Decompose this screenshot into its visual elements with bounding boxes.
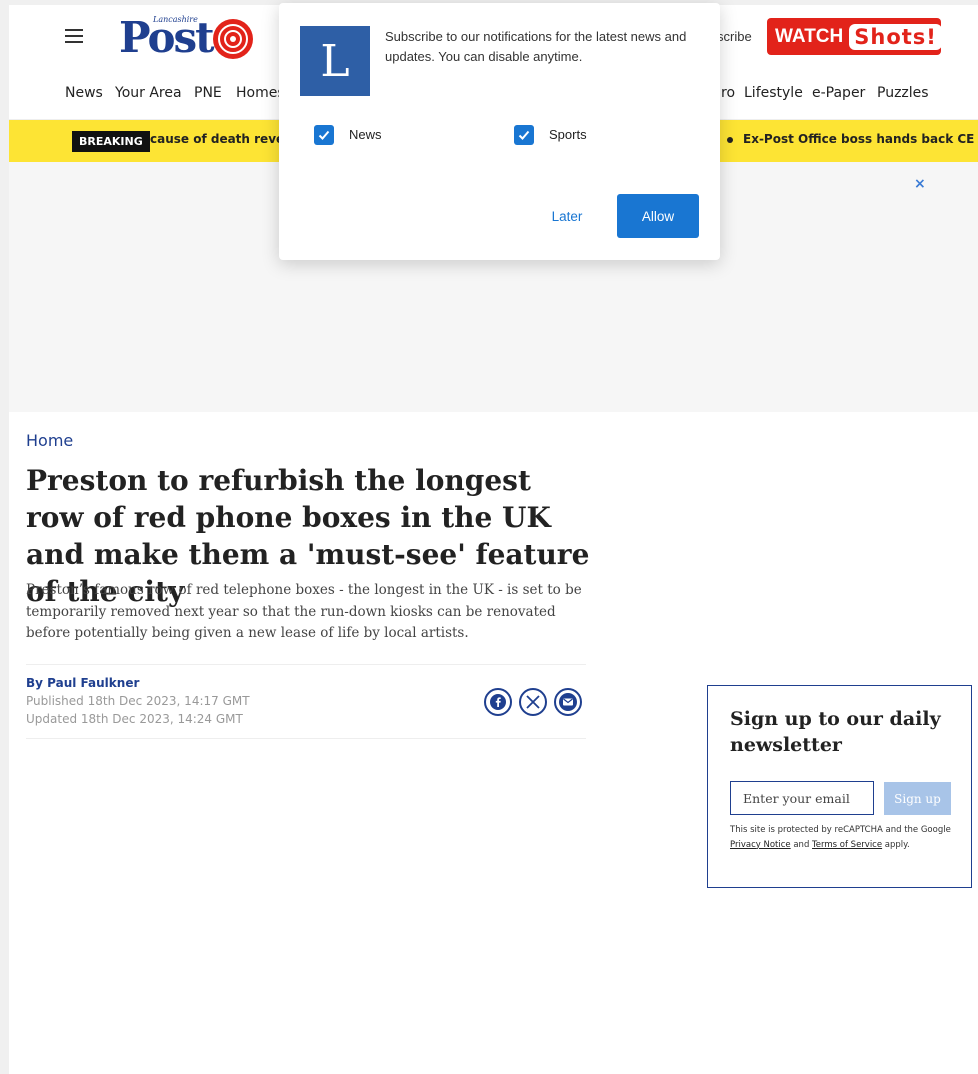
email-field[interactable] [730,781,874,815]
sports-option-label[interactable]: Sports [549,127,587,142]
nav-item-partial[interactable]: ro [721,85,735,101]
published-date: Published 18th Dec 2023, 14:17 GMT [26,694,250,708]
author-link[interactable]: By Paul Faulkner [26,676,139,690]
legal-apply: apply. [882,839,910,850]
email-share-button[interactable] [554,688,582,716]
prompt-message: Subscribe to our notifications for the l… [385,29,687,64]
updated-date: Updated 18th Dec 2023, 14:24 GMT [26,712,243,726]
checkmark-icon [318,130,330,140]
shots-label: Shots! [849,23,942,50]
newsletter-signup: Sign up to our daily newsletter Sign up … [707,685,972,888]
divider [26,738,586,739]
ticker-headline-2-text: Ex-Post Office boss hands back CE [743,132,975,146]
sports-checkbox[interactable] [514,125,534,145]
nav-item-homes[interactable]: Homes [236,85,285,101]
ticker-headline-2[interactable]: Ex-Post Office boss hands back CE [727,132,974,146]
x-icon [526,695,540,709]
watch-label: WATCH [775,25,844,47]
menu-icon[interactable] [65,29,83,43]
rose-icon [213,19,253,59]
allow-button[interactable]: Allow [617,194,699,238]
nav-item-your-area[interactable]: Your Area [115,85,182,101]
nav-item-epaper[interactable]: e-Paper [812,85,865,101]
notification-prompt: L Subscribe to our notifications for the… [279,3,720,260]
divider [26,664,586,665]
terms-of-service-link[interactable]: Terms of Service [812,840,882,850]
envelope-icon [559,693,577,711]
privacy-notice-link[interactable]: Privacy Notice [730,840,791,850]
recaptcha-notice: This site is protected by reCAPTCHA and … [730,823,955,852]
breadcrumb-home[interactable]: Home [26,431,73,450]
logo-main-text: Post [119,13,215,62]
left-rail [0,0,9,1074]
facebook-icon [490,694,506,710]
watch-shots-button[interactable]: WATCH Shots! [767,18,942,55]
subscribe-link[interactable]: scribe [717,29,752,44]
article-standfirst: Preston’s famous row of red telephone bo… [26,582,582,641]
legal-prefix: This site is protected by reCAPTCHA and … [730,825,951,835]
later-button[interactable]: Later [534,196,600,236]
x-share-button[interactable] [519,688,547,716]
site-logo[interactable]: Lancashire Post [119,15,259,61]
bullet-icon [727,136,733,143]
facebook-share-button[interactable] [484,688,512,716]
breaking-badge: BREAKING [72,131,150,152]
close-icon[interactable]: × [914,176,926,192]
news-checkbox[interactable] [314,125,334,145]
news-option-label[interactable]: News [349,127,382,142]
nav-item-puzzles[interactable]: Puzzles [877,85,929,101]
nav-item-news[interactable]: News [65,85,103,101]
nav-item-lifestyle[interactable]: Lifestyle [744,85,803,101]
legal-and: and [790,839,813,850]
publisher-logo: L [300,26,370,96]
checkmark-icon [518,130,530,140]
signup-button[interactable]: Sign up [884,782,951,815]
nav-item-pne[interactable]: PNE [194,85,222,101]
newsletter-title: Sign up to our daily newsletter [730,708,941,756]
